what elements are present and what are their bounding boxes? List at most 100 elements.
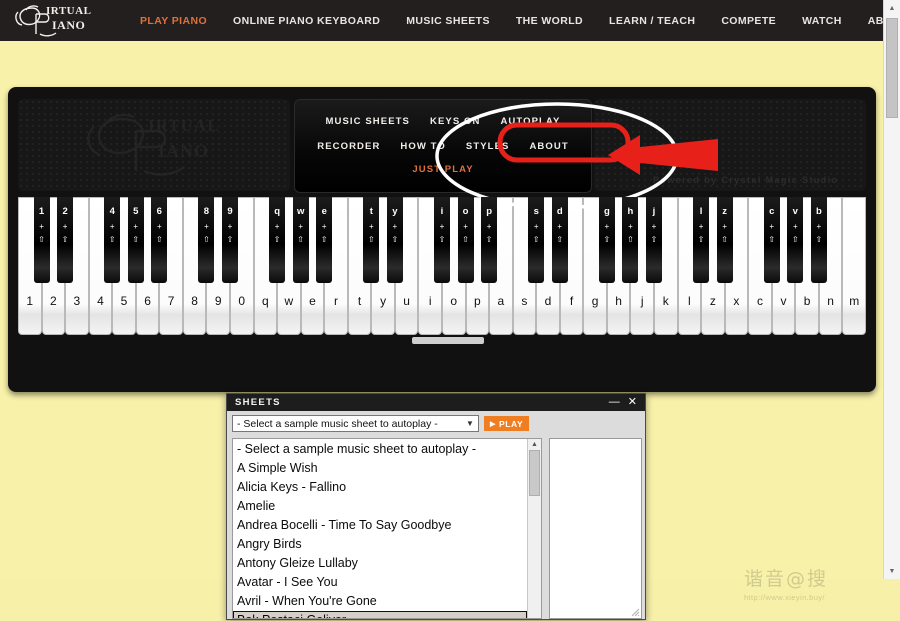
site-logo[interactable]: IRTUAL IANO xyxy=(12,0,117,41)
piano-black-key[interactable]: v + ⇧ xyxy=(787,197,804,283)
piano-black-key[interactable]: d + ⇧ xyxy=(551,197,568,283)
piano-key-label: c xyxy=(769,206,775,217)
scroll-down-arrow-icon[interactable]: ▼ xyxy=(884,563,900,579)
control-recorder[interactable]: RECORDER xyxy=(307,141,390,152)
nav-link-learn-teach[interactable]: LEARN / TEACH xyxy=(596,15,708,27)
shift-key-icon: ⇧ xyxy=(462,235,469,244)
shift-key-icon: ⇧ xyxy=(697,235,705,244)
page-body: IRTUAL IANO Powered by Crystal Magic Stu… xyxy=(0,41,884,620)
piano-black-key[interactable]: 8 + ⇧ xyxy=(198,197,215,283)
nav-link-the-world[interactable]: THE WORLD xyxy=(503,15,596,27)
sheet-list-item[interactable]: Antony Gleize Lullaby xyxy=(233,554,527,573)
nav-link-online-piano-keyboard[interactable]: ONLINE PIANO KEYBOARD xyxy=(220,15,393,27)
piano-black-key[interactable]: b + ⇧ xyxy=(810,197,827,283)
browser-scroll-thumb[interactable] xyxy=(886,18,898,118)
control-keys-on[interactable]: KEYS ON xyxy=(420,116,490,127)
sheet-list-item[interactable]: Bak Postaci Geliyor xyxy=(233,611,527,618)
nav-link-watch[interactable]: WATCH xyxy=(789,15,855,27)
piano-black-key[interactable]: p + ⇧ xyxy=(481,197,498,283)
piano-key-label: b xyxy=(803,294,811,308)
sheet-select-dropdown[interactable]: - Select a sample music sheet to autopla… xyxy=(232,415,479,432)
listbox-scrollbar[interactable]: ▲ xyxy=(527,439,541,618)
sheet-list-item[interactable]: Andrea Bocelli - Time To Say Goodbye xyxy=(233,516,527,535)
control-music-sheets[interactable]: MUSIC SHEETS xyxy=(316,116,420,127)
nav-link-play-piano[interactable]: PLAY PIANO xyxy=(127,15,220,27)
resize-grip-icon[interactable] xyxy=(630,607,640,617)
browser-scrollbar[interactable]: ▲ ▼ xyxy=(883,0,900,579)
plus-icon: + xyxy=(368,222,374,231)
piano-key-label: c xyxy=(756,294,763,308)
plus-icon: + xyxy=(628,222,633,231)
piano-black-key[interactable]: z + ⇧ xyxy=(716,197,733,283)
nav-link-compete[interactable]: COMPETE xyxy=(708,15,789,27)
piano-key-label: s xyxy=(533,206,539,217)
shift-key-icon: ⇧ xyxy=(768,235,776,244)
piano-black-key[interactable]: l + ⇧ xyxy=(693,197,710,283)
piano-black-key[interactable]: j + ⇧ xyxy=(646,197,662,283)
piano-black-key[interactable]: o + ⇧ xyxy=(457,197,474,283)
watermark-url: http://www.xieyin.buy/ xyxy=(744,593,825,602)
play-button[interactable]: ▶ PLAY xyxy=(484,416,530,431)
plus-icon: + xyxy=(722,222,727,231)
piano-black-key[interactable]: w + ⇧ xyxy=(292,197,309,283)
shift-key-icon: ⇧ xyxy=(367,235,375,244)
sheet-notes-textarea[interactable] xyxy=(549,438,642,619)
sheet-list-item[interactable]: Avril - When You're Gone xyxy=(233,592,527,611)
plus-icon: + xyxy=(392,222,398,231)
sheet-list-items: - Select a sample music sheet to autopla… xyxy=(233,439,527,618)
piano-key-label: p xyxy=(473,294,481,308)
piano-black-key[interactable]: q + ⇧ xyxy=(269,197,286,283)
piano-key-label: 4 xyxy=(97,294,104,308)
control-autoplay[interactable]: AUTOPLAY xyxy=(490,116,570,127)
piano-black-key[interactable]: 9 + ⇧ xyxy=(222,197,238,283)
piano-key-label: d xyxy=(544,294,552,308)
sheet-list-item[interactable]: Angry Birds xyxy=(233,535,527,554)
scroll-up-arrow-icon[interactable]: ▲ xyxy=(531,439,538,450)
piano-key-label: v xyxy=(792,206,798,217)
piano-key-label: k xyxy=(662,294,669,308)
piano-white-key[interactable]: m xyxy=(842,197,866,335)
piano-black-key[interactable]: s + ⇧ xyxy=(528,197,545,283)
piano-black-key[interactable]: t + ⇧ xyxy=(363,197,380,283)
piano-black-key[interactable]: 5 + ⇧ xyxy=(127,197,144,283)
piano-black-key[interactable]: y + ⇧ xyxy=(386,197,403,283)
nav-link-music-sheets[interactable]: MUSIC SHEETS xyxy=(393,15,503,27)
minimize-icon[interactable]: — xyxy=(605,397,624,408)
piano-key-label: t xyxy=(369,206,373,217)
sheet-select-value: - Select a sample music sheet to autopla… xyxy=(237,417,438,430)
control-row-1: MUSIC SHEETS KEYS ON AUTOPLAY xyxy=(295,116,591,127)
listbox-scroll-thumb[interactable] xyxy=(529,450,540,496)
play-triangle-icon: ▶ xyxy=(490,420,496,428)
piano-black-key[interactable]: h + ⇧ xyxy=(622,197,639,283)
control-just-play[interactable]: JUST PLAY xyxy=(402,164,483,175)
sheet-list-item[interactable]: Avatar - I See You xyxy=(233,573,527,592)
sheet-list-item[interactable]: Alicia Keys - Fallino xyxy=(233,478,527,497)
piano-black-key[interactable]: 2 + ⇧ xyxy=(57,197,74,283)
shift-key-icon: ⇧ xyxy=(132,235,140,244)
sheet-list-item[interactable]: Amelie xyxy=(233,497,527,516)
piano-black-key[interactable]: e + ⇧ xyxy=(316,197,333,283)
control-about[interactable]: ABOUT xyxy=(519,141,578,152)
sheet-list-item[interactable]: A Simple Wish xyxy=(233,459,527,478)
piano-key-label: 6 xyxy=(156,206,162,217)
scroll-up-arrow-icon[interactable]: ▲ xyxy=(884,0,900,16)
piano-black-key[interactable]: g + ⇧ xyxy=(598,197,615,283)
plus-icon: + xyxy=(109,222,115,231)
piano-black-key[interactable]: c + ⇧ xyxy=(763,197,780,283)
sheets-dialog-titlebar[interactable]: SHEETS — ✕ xyxy=(227,394,645,411)
control-styles[interactable]: STYLES xyxy=(456,141,520,152)
piano-black-key[interactable]: 1 + ⇧ xyxy=(33,197,50,283)
close-icon[interactable]: ✕ xyxy=(624,397,641,408)
piano-black-key[interactable]: 4 + ⇧ xyxy=(104,197,121,283)
piano-key-label: u xyxy=(403,294,410,308)
control-how-to[interactable]: HOW TO xyxy=(390,141,455,152)
piano-black-key[interactable]: 6 + ⇧ xyxy=(151,197,168,283)
piano-key-label: 9 xyxy=(214,294,222,308)
piano-key-label: 3 xyxy=(73,294,81,308)
piano-key-label: y xyxy=(380,294,387,308)
piano-control-panel: MUSIC SHEETS KEYS ON AUTOPLAY RECORDER H… xyxy=(294,99,592,193)
piano-black-key[interactable]: i + ⇧ xyxy=(434,197,450,283)
sheet-list-item[interactable]: - Select a sample music sheet to autopla… xyxy=(233,440,527,459)
shift-key-icon: ⇧ xyxy=(815,235,823,244)
sheet-listbox[interactable]: - Select a sample music sheet to autopla… xyxy=(232,438,542,619)
